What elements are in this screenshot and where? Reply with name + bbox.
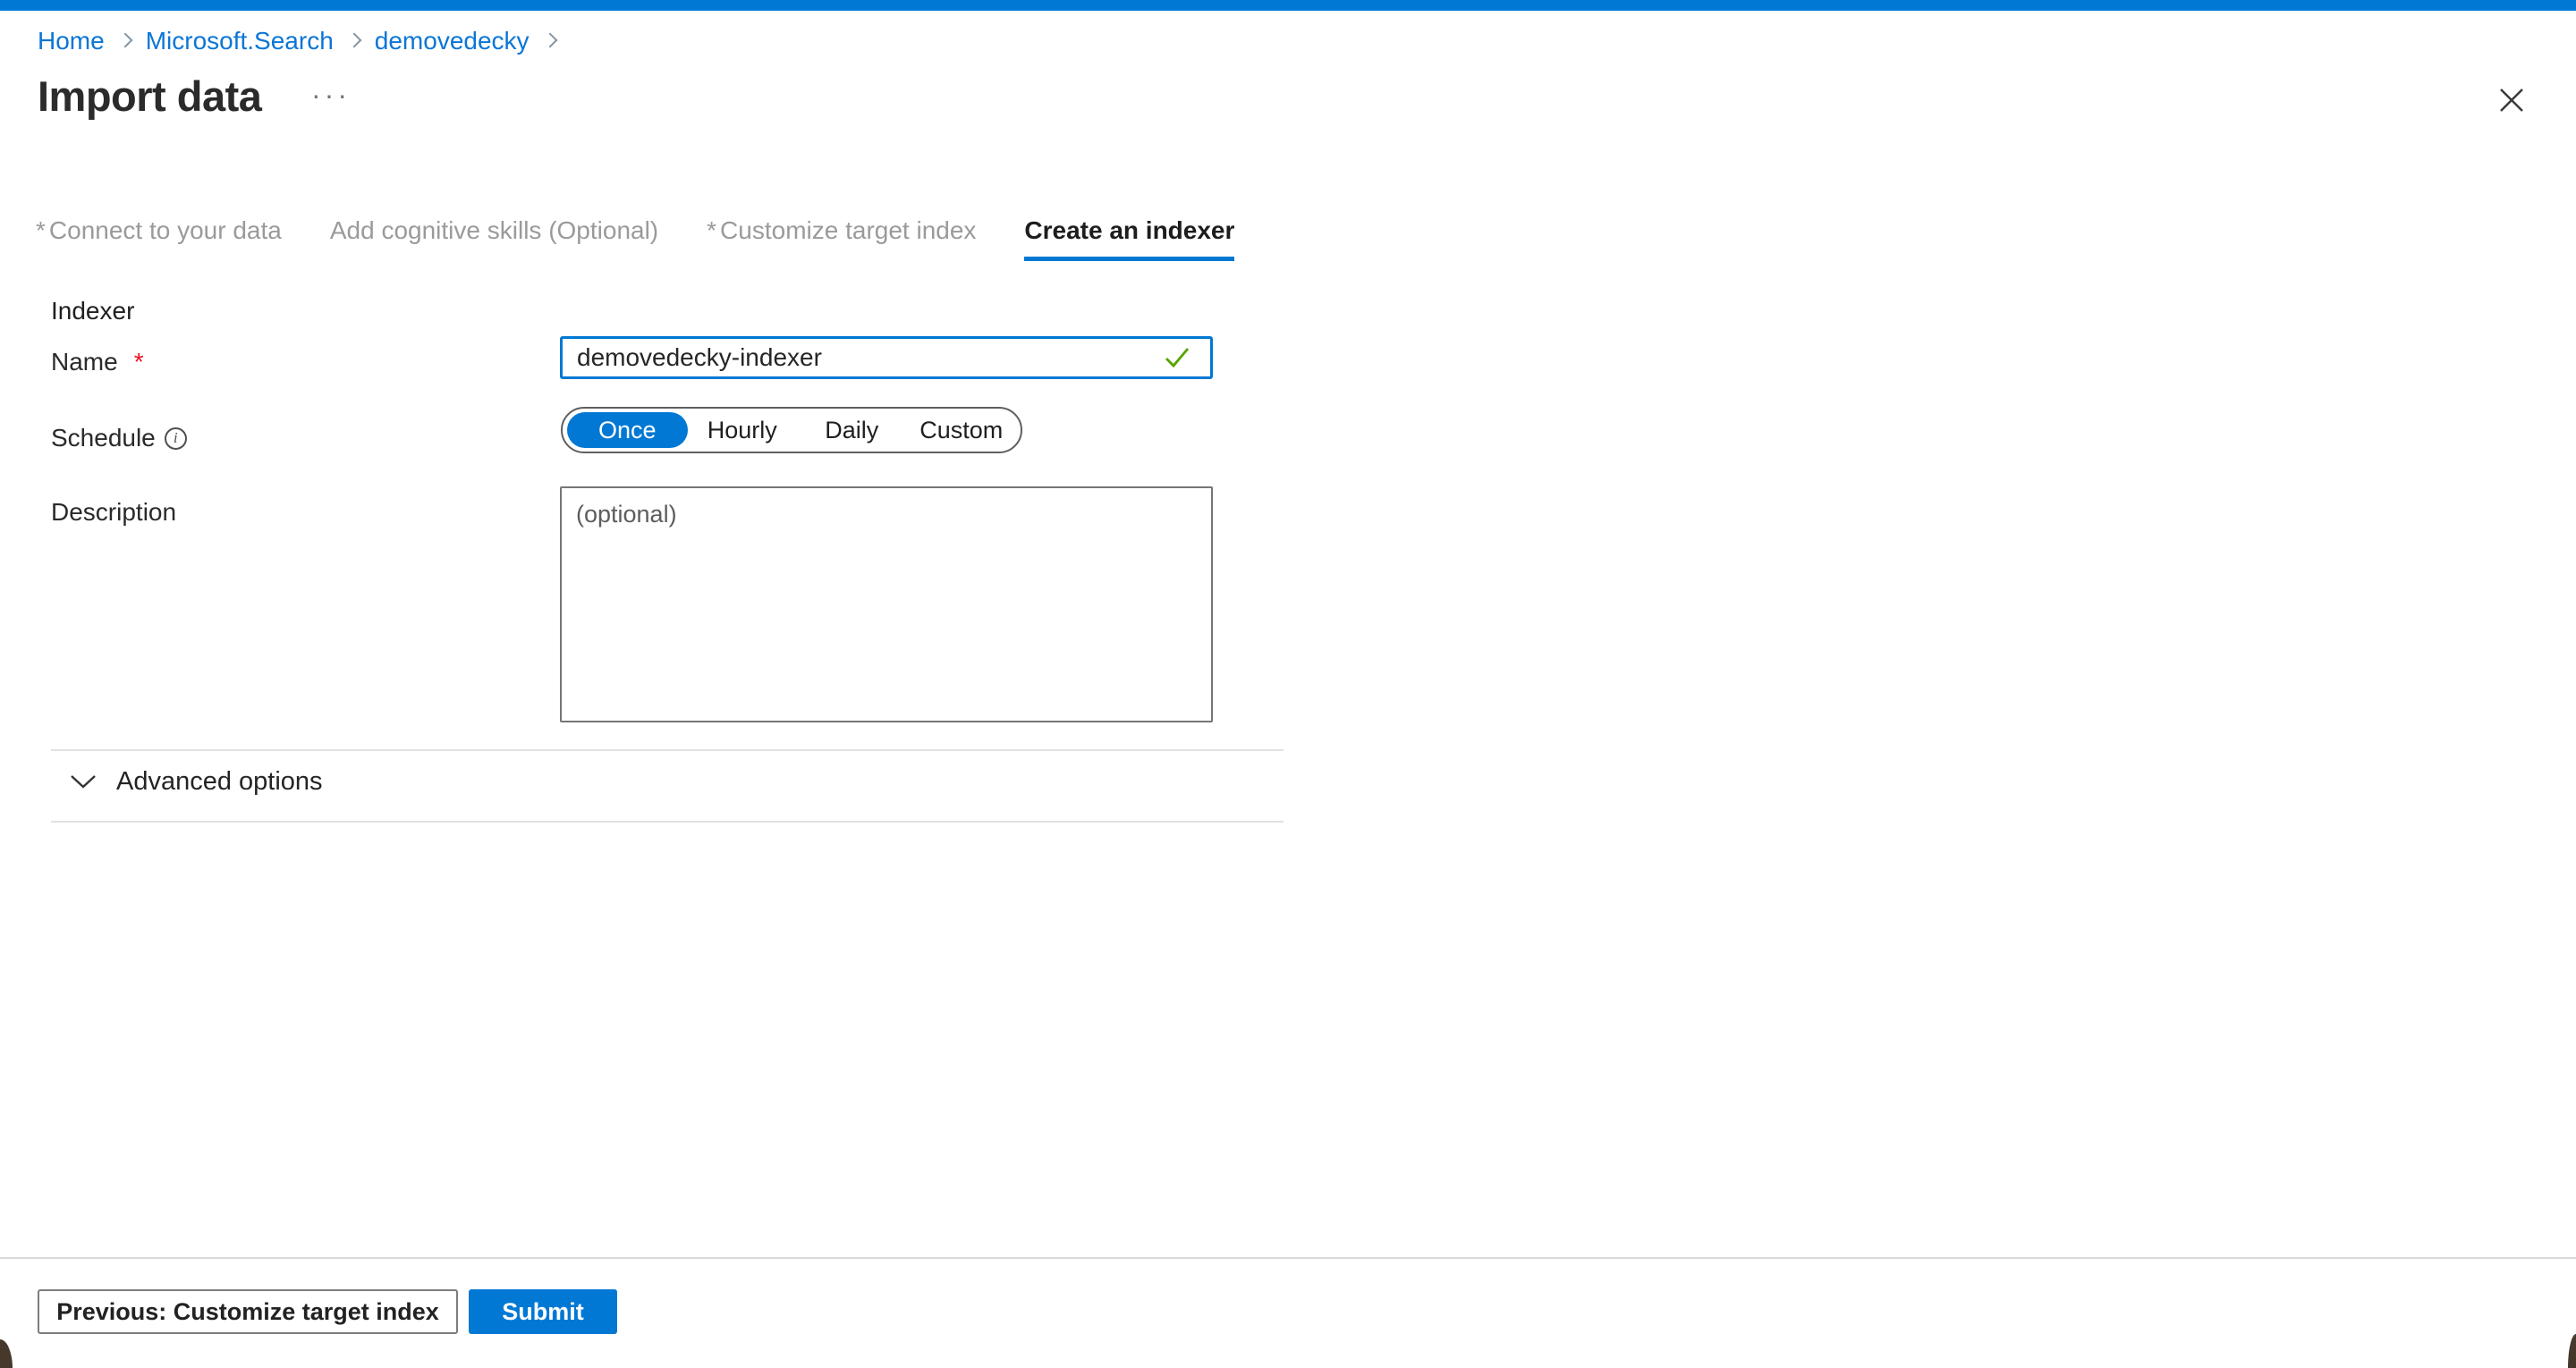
footer-divider [0,1257,2576,1259]
screen-corner-artifact [2568,1334,2576,1368]
page-title: Import data [38,72,261,121]
breadcrumb-service-link[interactable]: Microsoft.Search [146,25,334,57]
required-marker: * [707,216,716,244]
chevron-right-icon [346,33,361,48]
schedule-label-text: Schedule [51,424,156,452]
chevron-right-icon [117,33,132,48]
tab-label: Create an indexer [1024,216,1234,244]
schedule-toggle-group: Once Hourly Daily Custom [561,407,1022,453]
breadcrumb-resource-link[interactable]: demovedecky [375,25,530,57]
schedule-option-hourly[interactable]: Hourly [688,417,797,444]
more-options-button[interactable]: ··· [311,79,351,112]
name-field-label: Name * [51,348,144,376]
info-icon[interactable]: i [165,427,187,450]
tab-label: Customize target index [720,216,976,244]
tab-create-an-indexer[interactable]: Create an indexer [1024,216,1234,261]
required-marker: * [134,348,144,376]
divider [51,749,1284,751]
advanced-options-label: Advanced options [116,767,323,797]
breadcrumb-home-link[interactable]: Home [38,25,105,57]
schedule-option-custom[interactable]: Custom [907,417,1016,444]
name-label-text: Name [51,348,118,376]
screen-corner-artifact [0,1339,13,1368]
previous-step-button[interactable]: Previous: Customize target index [38,1289,458,1334]
tab-label: Connect to your data [49,216,282,244]
breadcrumb: Home Microsoft.Search demovedecky [38,25,555,57]
indexer-section-heading: Indexer [51,297,134,325]
required-marker: * [36,216,46,244]
description-field-label: Description [51,498,176,527]
description-textarea[interactable] [560,486,1213,722]
tab-customize-target-index[interactable]: *Customize target index [707,216,976,261]
tab-connect-to-your-data[interactable]: *Connect to your data [36,216,282,261]
chevron-right-icon [542,33,557,48]
description-label-text: Description [51,498,176,527]
submit-button[interactable]: Submit [469,1289,617,1334]
wizard-tabs: *Connect to your data Add cognitive skil… [36,216,1234,261]
schedule-option-once[interactable]: Once [567,412,688,448]
close-button[interactable] [2492,80,2531,120]
schedule-field-label: Schedule i [51,424,187,452]
valid-check-icon [1165,347,1190,368]
chevron-down-icon [70,774,97,790]
advanced-options-toggle[interactable]: Advanced options [70,767,323,797]
divider [51,821,1284,823]
tab-add-cognitive-skills[interactable]: Add cognitive skills (Optional) [330,216,658,261]
tab-label: Add cognitive skills (Optional) [330,216,658,244]
indexer-name-input[interactable] [560,336,1213,379]
top-accent-bar [0,0,2576,11]
schedule-option-daily[interactable]: Daily [797,417,906,444]
close-icon [2496,84,2528,116]
